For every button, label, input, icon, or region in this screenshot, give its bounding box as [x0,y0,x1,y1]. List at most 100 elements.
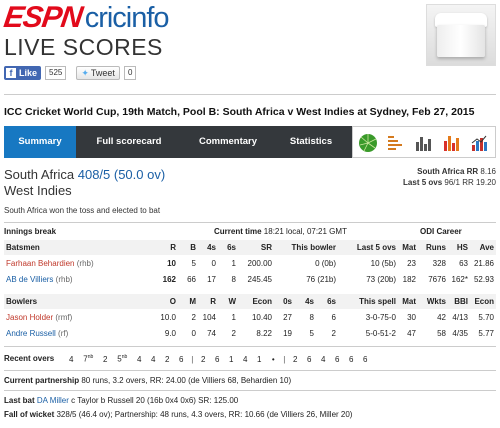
bowling-team-name: West Indies [4,183,72,198]
header-career-runs: Runs [426,243,446,252]
table-row: Andre Russell (rf) 9.0 0 74 2 8.22 19 5 … [4,326,496,341]
last-bat-text: c Taylor b Russell 20 (16b 0x4 0x6) SR: … [71,396,239,405]
ball-outcome: 4 [243,354,248,364]
divider [4,222,496,223]
this-bowler-value: 0 (0b) [315,259,336,268]
sixes-value: 2 [331,329,336,338]
bowler-name-link[interactable]: Andre Russell [6,329,56,338]
ball-outcome: 2 [165,354,170,364]
maidens-value: 2 [191,313,196,322]
maidens-value: 0 [191,329,196,338]
table-row: AB de Villiers (rhb) 162 66 17 8 245.45 … [4,272,496,287]
header-sixes: 6s [227,243,236,252]
ottoman-body [437,25,485,57]
header-dots: 0s [283,297,292,306]
header-runs-conceded: R [210,297,216,306]
header-strike-rate: SR [260,243,272,252]
match-title: ICC Cricket World Cup, 19th Match, Pool … [4,106,475,118]
wickets-value: 2 [231,329,236,338]
social-bar: f Like 525 ✦ Tweet 0 [4,66,137,80]
bowler-name-link[interactable]: Jason Holder [6,313,53,322]
current-time-value: 18:21 local, 07:21 GMT [263,227,347,236]
dots-value: 27 [283,313,292,322]
header-overs: O [169,297,176,306]
header-average: Ave [479,243,494,252]
manhattan-chart-icon[interactable] [413,131,435,153]
recent-overs-balls: 4 7nb 2 5nb 4 4 2 6 | 2 6 1 4 1 • | 2 6 4 6 6 6 [64,354,372,364]
balls-value: 66 [187,275,196,284]
bowling-style: (rf) [58,329,69,338]
ball-outcome: 4 [151,354,156,364]
batsman-name-link[interactable]: Farhaan Behardien [6,259,75,268]
header-matches: Mat [402,297,416,306]
facebook-like-label: Like [19,68,38,78]
partnership-text: 80 runs, 3.2 overs, RR: 24.00 (de Villie… [81,376,292,385]
cricinfo-logo-text: cricinfo [84,2,170,34]
facebook-like-button[interactable]: f Like [4,66,42,80]
batsman-name-link[interactable]: AB de Villiers [6,275,53,284]
batting-team-name: South Africa [4,167,75,182]
advert-image[interactable] [426,4,496,66]
batsman-cell: AB de Villiers (rhb) [6,272,73,287]
last-5-value: 10 (5b) [370,259,396,268]
matches-value: 30 [407,313,416,322]
wickets-value: 1 [231,313,236,322]
header-highest-score: HS [456,243,468,252]
page-title: LIVE SCORES [4,34,163,60]
last-bat-player-link[interactable]: DA Miller [37,396,69,405]
facebook-icon: f [6,68,16,78]
pitch-map-icon[interactable] [357,131,379,153]
scorecard-graph-icon[interactable] [385,131,407,153]
ball-outcome: 2 [103,354,108,364]
header-sixes: 6s [327,297,336,306]
facebook-like-count: 525 [45,66,67,80]
innings-header: Innings break Current time 18:21 local, … [4,224,496,239]
dots-value: 19 [283,329,292,338]
header-batsmen: Batsmen [6,243,40,252]
last-bat: Last bat DA Miller c Taylor b Russell 20… [4,396,238,405]
run-rate-summary: South Africa RR 8.16 Last 5 ovs 96/1 RR … [403,166,496,188]
economy-value: 10.40 [251,313,272,322]
average-value: 21.86 [473,259,494,268]
runs-value: 10 [167,259,176,268]
over-separator: | [191,354,194,364]
economy-value: 8.22 [256,329,272,338]
career-wickets-value: 58 [437,329,446,338]
tab-statistics[interactable]: Statistics [274,126,348,158]
tab-commentary[interactable]: Commentary [182,126,274,158]
header-last-5-ovs: Last 5 ovs [356,243,396,252]
run-rate-label: South Africa RR [417,167,479,176]
divider [4,94,496,95]
espn-logo-text: ESPN [1,1,85,34]
batting-score: South Africa 408/5 (50.0 ov) [4,167,165,182]
career-runs-value: 7676 [428,275,446,284]
tab-summary[interactable]: Summary [4,126,76,158]
cricinfo-logo[interactable]: ESPN cricinfo [1,1,170,34]
batting-style: (rhb) [76,259,94,268]
recent-overs: Recent overs 4 7nb 2 5nb 4 4 2 6 | 2 6 1 4 1 • | 2 6 4 6 6 6 [4,354,372,364]
current-partnership: Current partnership 80 runs, 3.2 overs, … [4,376,291,385]
ball-outcome: 4 [137,354,142,364]
last-5-overs-value: 96/1 RR 19.20 [444,178,496,187]
best-bowling-value: 4/35 [452,329,468,338]
batsman-cell: Farhaan Behardien (rhb) [6,256,94,271]
ball-outcome: 1 [229,354,234,364]
ball-outcome: 6 [349,354,354,364]
last-bat-label: Last bat [4,396,35,405]
header-balls: B [190,243,196,252]
tweet-button[interactable]: ✦ Tweet [76,66,120,80]
sixes-value: 6 [331,313,336,322]
header-this-bowler: This bowler [291,243,336,252]
bowling-style: (rmf) [55,313,73,322]
ball-outcome: 6 [179,354,184,364]
worm-chart-icon[interactable] [441,131,463,153]
run-rate-chart-icon[interactable] [469,131,491,153]
fours-value: 17 [207,275,216,284]
odi-career-header: ODI Career [420,227,462,236]
sixes-value: 8 [231,275,236,284]
tab-full-scorecard[interactable]: Full scorecard [76,126,182,158]
fours-value: 5 [309,329,314,338]
balls-value: 5 [191,259,196,268]
over-separator: | [283,354,286,364]
last-5-overs-label: Last 5 ovs [403,178,443,187]
